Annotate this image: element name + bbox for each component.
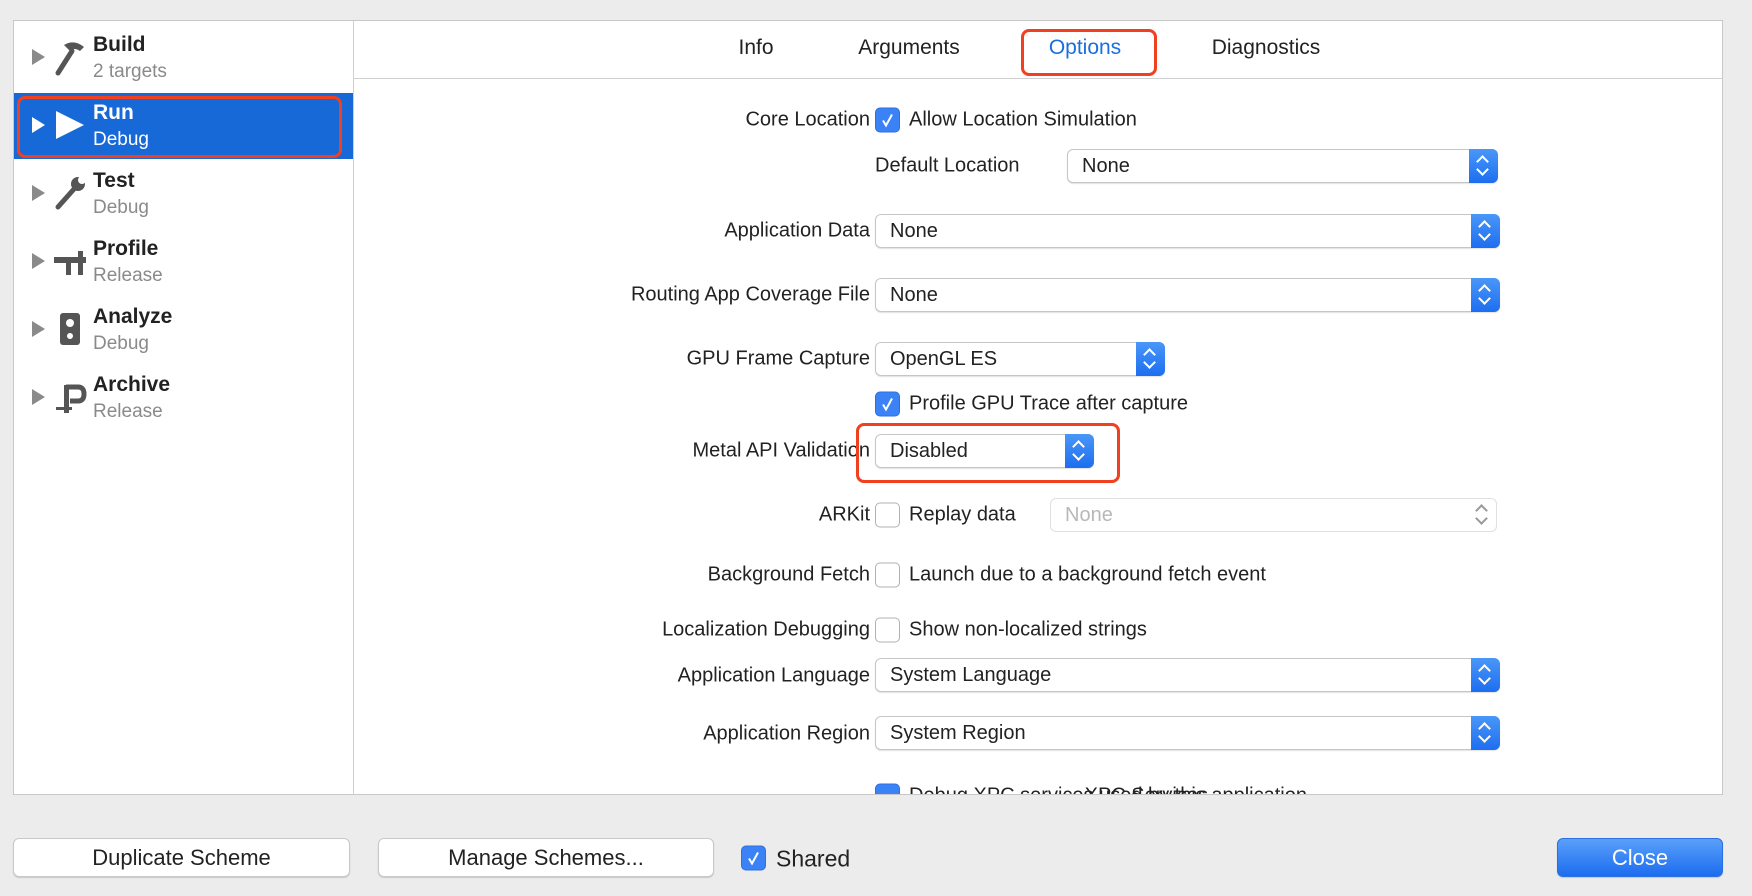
tab-arguments[interactable]: Arguments bbox=[858, 36, 960, 60]
routing-label: Routing App Coverage File bbox=[630, 283, 870, 306]
disclosure-triangle-icon[interactable] bbox=[32, 185, 45, 201]
sidebar-item-archive[interactable]: Archive Release bbox=[14, 365, 353, 431]
sidebar-item-title: Analyze bbox=[93, 305, 173, 328]
checkmark-icon bbox=[882, 398, 893, 412]
profile-gpu-checkbox[interactable] bbox=[875, 391, 900, 417]
application-region-popup[interactable]: System Region bbox=[875, 716, 1500, 750]
scheme-action-sidebar: Build 2 targets Run Debug Test Debug Pro… bbox=[14, 21, 354, 794]
disclosure-triangle-icon[interactable] bbox=[32, 49, 45, 65]
wrench-icon bbox=[55, 176, 86, 210]
caliper-icon bbox=[54, 251, 86, 275]
localization-debugging-label: Localization Debugging bbox=[662, 618, 870, 641]
highlight-annotation bbox=[17, 96, 342, 158]
up-down-chevron-icon bbox=[1471, 214, 1500, 248]
sidebar-item-title: Archive bbox=[93, 373, 171, 396]
arkit-label: ARKit bbox=[818, 503, 870, 526]
popup-value: System Region bbox=[890, 722, 1026, 744]
application-region-label: Application Region bbox=[703, 722, 870, 745]
close-button[interactable]: Close bbox=[1557, 838, 1723, 877]
sidebar-item-subtitle: Release bbox=[93, 265, 163, 286]
hammer-icon bbox=[55, 42, 84, 76]
sidebar-item-title: Build bbox=[93, 33, 146, 56]
disclosure-triangle-icon[interactable] bbox=[32, 389, 45, 405]
xpc-option-label: Debug XPC services used by this applicat… bbox=[909, 785, 1307, 795]
background-fetch-checkbox[interactable] bbox=[875, 562, 900, 588]
gpu-frame-capture-label: GPU Frame Capture bbox=[686, 347, 870, 370]
allow-location-checkbox[interactable] bbox=[875, 107, 900, 133]
up-down-chevron-icon bbox=[1468, 498, 1497, 532]
sidebar-item-build[interactable]: Build 2 targets bbox=[14, 25, 353, 91]
manage-schemes-button[interactable]: Manage Schemes... bbox=[378, 838, 714, 877]
tab-bar: Info Arguments Options Diagnostics bbox=[354, 21, 1722, 79]
shared-label: Shared bbox=[776, 845, 851, 872]
popup-value: System Language bbox=[890, 664, 1052, 686]
sidebar-item-title: Test bbox=[93, 169, 135, 192]
disclosure-triangle-icon[interactable] bbox=[32, 253, 45, 269]
profile-gpu-label: Profile GPU Trace after capture bbox=[909, 392, 1189, 415]
non-localized-label: Show non-localized strings bbox=[909, 618, 1147, 641]
application-data-label: Application Data bbox=[724, 219, 870, 242]
sidebar-item-subtitle: Debug bbox=[93, 333, 149, 354]
routing-popup[interactable]: None bbox=[875, 278, 1500, 312]
sidebar-item-title: Profile bbox=[93, 237, 159, 260]
checkmark-icon bbox=[882, 114, 893, 128]
up-down-chevron-icon bbox=[1471, 658, 1500, 692]
tab-diagnostics[interactable]: Diagnostics bbox=[1212, 36, 1321, 60]
default-location-label: Default Location bbox=[875, 154, 1020, 177]
disclosure-triangle-icon[interactable] bbox=[32, 321, 45, 337]
up-down-chevron-icon bbox=[1469, 149, 1498, 183]
tab-info[interactable]: Info bbox=[738, 36, 773, 60]
gpu-frame-capture-popup[interactable]: OpenGL ES bbox=[875, 342, 1165, 376]
background-fetch-option-label: Launch due to a background fetch event bbox=[909, 563, 1266, 586]
sidebar-item-test[interactable]: Test Debug bbox=[14, 161, 353, 227]
highlight-annotation bbox=[856, 423, 1120, 483]
up-down-chevron-icon bbox=[1471, 278, 1500, 312]
checkmark-icon bbox=[748, 852, 759, 866]
up-down-chevron-icon bbox=[1471, 716, 1500, 750]
core-location-label: Core Location bbox=[745, 108, 870, 131]
xpc-row-clip: XPC Services Debug XPC services used by … bbox=[354, 770, 1722, 794]
metal-api-label: Metal API Validation bbox=[692, 439, 870, 462]
allow-location-label: Allow Location Simulation bbox=[909, 108, 1137, 131]
gauge-icon bbox=[60, 313, 80, 345]
highlight-annotation bbox=[1021, 29, 1157, 76]
non-localized-checkbox[interactable] bbox=[875, 617, 900, 643]
sidebar-item-profile[interactable]: Profile Release bbox=[14, 229, 353, 295]
replay-data-label: Replay data bbox=[909, 503, 1016, 526]
replay-data-checkbox[interactable] bbox=[875, 502, 900, 528]
application-data-popup[interactable]: None bbox=[875, 214, 1500, 248]
sidebar-item-analyze[interactable]: Analyze Debug bbox=[14, 297, 353, 363]
sidebar-item-subtitle: Debug bbox=[93, 197, 149, 218]
popup-value: None bbox=[1082, 155, 1130, 177]
popup-value: None bbox=[890, 284, 938, 306]
sidebar-item-subtitle: 2 targets bbox=[93, 61, 167, 82]
clamp-icon bbox=[56, 384, 87, 413]
application-language-popup[interactable]: System Language bbox=[875, 658, 1500, 692]
default-location-popup[interactable]: None bbox=[1067, 149, 1498, 183]
popup-value: None bbox=[890, 220, 938, 242]
background-fetch-label: Background Fetch bbox=[707, 563, 870, 586]
replay-data-popup[interactable]: None bbox=[1050, 498, 1497, 532]
sidebar-item-subtitle: Release bbox=[93, 401, 163, 422]
xpc-checkbox[interactable] bbox=[875, 783, 900, 794]
popup-value: OpenGL ES bbox=[890, 348, 998, 370]
up-down-chevron-icon bbox=[1136, 342, 1165, 376]
duplicate-scheme-button[interactable]: Duplicate Scheme bbox=[13, 838, 350, 877]
application-language-label: Application Language bbox=[677, 664, 870, 687]
shared-checkbox[interactable] bbox=[741, 845, 766, 871]
popup-value: None bbox=[1065, 504, 1113, 526]
